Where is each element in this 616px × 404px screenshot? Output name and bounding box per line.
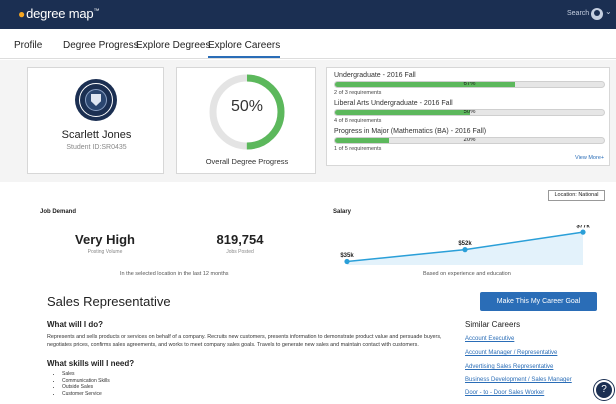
skill-item: Customer Service	[62, 391, 110, 398]
what-will-i-do-heading: What will I do?	[47, 320, 103, 329]
salary-chart: $35k $52k $77k	[340, 225, 590, 265]
similar-career-link[interactable]: Account Executive	[465, 336, 514, 342]
posting-volume-label: Posting Volume	[87, 249, 123, 255]
requirement-title: Liberal Arts Undergraduate - 2016 Fall	[334, 100, 453, 107]
logo[interactable]: ●degree map™	[18, 6, 99, 21]
requirement-count: 1 of 5 requirements	[334, 146, 382, 152]
student-card: Scarlett Jones Student ID:SR0435	[27, 67, 164, 174]
requirement-progress-bar: 50%	[334, 109, 605, 116]
skills-heading: What skills will I need?	[47, 359, 135, 368]
tab-explore-careers[interactable]: Explore Careers	[208, 40, 281, 58]
skills-list: Sales Communication Skills Outside Sales…	[62, 371, 110, 397]
similar-career-link[interactable]: Business Development / Sales Manager	[465, 377, 572, 383]
salary-point	[580, 229, 586, 235]
help-icon[interactable]: ?	[594, 380, 614, 400]
location-button[interactable]: Location: National	[548, 190, 605, 201]
career-description: Represents and sells products or service…	[47, 334, 442, 348]
job-demand-note: In the selected location in the last 12 …	[120, 271, 229, 277]
main-tabs: Profile Degree Progress Explore Degrees …	[0, 29, 616, 59]
requirement-percent: 67%	[463, 81, 476, 87]
salary-point-label: $77k	[576, 225, 590, 230]
user-avatar-icon	[591, 8, 603, 20]
jobs-posted-value: 819,754	[216, 232, 264, 247]
student-name: Scarlett Jones	[61, 129, 132, 141]
requirement-row[interactable]: Liberal Arts Undergraduate - 2016 Fall 5…	[334, 100, 605, 124]
requirement-progress-bar: 67%	[334, 81, 605, 88]
similar-career-link[interactable]: Advertising Sales Representative	[465, 364, 553, 370]
requirement-title: Progress in Major (Mathematics (BA) - 20…	[334, 128, 487, 135]
jobs-posted-label: Jobs Posted	[226, 249, 254, 255]
similar-career-link[interactable]: Account Manager / Representative	[465, 350, 557, 356]
requirement-count: 2 of 3 requirements	[334, 90, 382, 96]
career-title: Sales Representative	[47, 294, 171, 309]
requirements-card: Undergraduate - 2016 Fall 67% 2 of 3 req…	[326, 67, 610, 166]
chevron-down-icon: ⌄	[605, 7, 612, 16]
similar-careers-title: Similar Careers	[465, 320, 521, 329]
salary-point	[462, 247, 468, 253]
overall-progress-card: 50% Overall Degree Progress	[176, 67, 316, 174]
student-id: Student ID:SR0435	[66, 144, 127, 151]
tab-explore-degrees[interactable]: Explore Degrees	[136, 40, 210, 51]
user-menu-button[interactable]: ⌄	[591, 7, 613, 22]
tab-degree-progress[interactable]: Degree Progress	[63, 40, 139, 51]
logo-trademark: ™	[93, 8, 100, 15]
university-seal-icon	[75, 79, 117, 121]
career-goal-button[interactable]: Make This My Career Goal	[480, 292, 597, 311]
app-root: ●degree map™ Search ⌄ Profile Degree Pro…	[0, 0, 616, 404]
salary-point-label: $35k	[340, 253, 354, 259]
requirement-progress-bar: 20%	[334, 137, 605, 144]
requirement-row[interactable]: Undergraduate - 2016 Fall 67% 2 of 3 req…	[334, 72, 605, 96]
logo-text: degree map	[26, 6, 94, 21]
requirement-count: 4 of 8 requirements	[334, 118, 382, 124]
overall-progress-label: Overall Degree Progress	[205, 157, 289, 166]
salary-title: Salary	[333, 209, 352, 215]
tab-profile[interactable]: Profile	[14, 40, 42, 51]
overall-percent: 50%	[230, 98, 264, 115]
posting-volume-value: Very High	[75, 232, 135, 247]
salary-note: Based on experience and education	[423, 271, 511, 277]
requirement-title: Undergraduate - 2016 Fall	[334, 72, 416, 79]
similar-career-link[interactable]: Door - to - Door Sales Worker	[465, 390, 544, 396]
requirement-percent: 20%	[463, 137, 476, 143]
view-more-link[interactable]: View More+	[575, 155, 604, 161]
top-bar: ●degree map™ Search ⌄	[0, 0, 616, 29]
job-demand-title: Job Demand	[40, 209, 77, 215]
map-pin-icon: ●	[18, 7, 26, 21]
salary-point	[344, 258, 350, 265]
salary-point-label: $52k	[458, 241, 472, 247]
requirement-percent: 50%	[463, 109, 476, 115]
search-link[interactable]: Search	[567, 10, 589, 17]
requirement-row[interactable]: Progress in Major (Mathematics (BA) - 20…	[334, 128, 605, 152]
